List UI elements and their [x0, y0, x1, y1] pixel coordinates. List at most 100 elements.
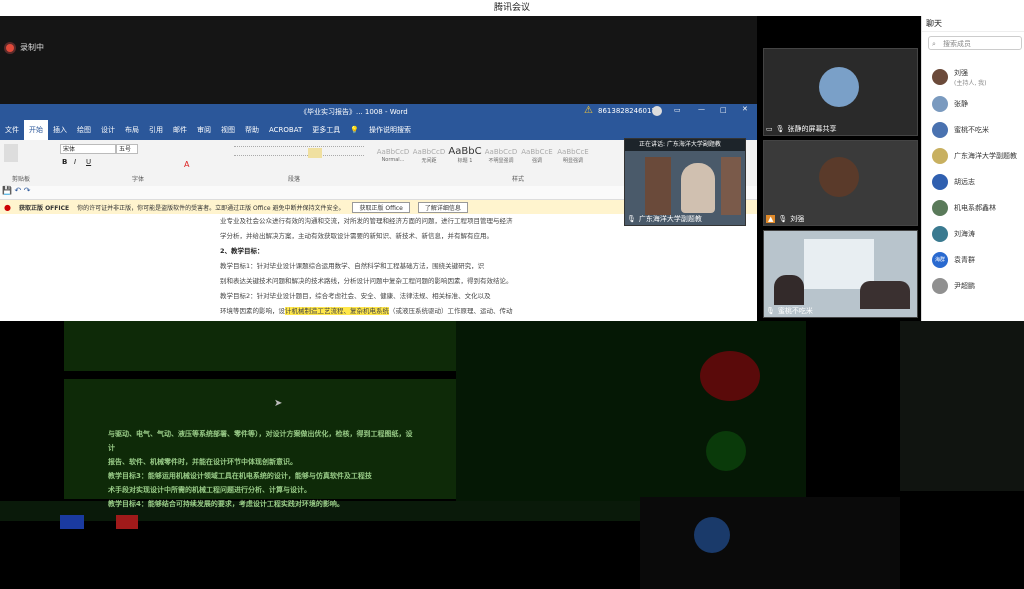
host-badge-icon: ▲ [766, 215, 776, 223]
tab-insert[interactable]: 插入 [48, 120, 72, 140]
lightbulb-icon: 💡 [350, 126, 359, 134]
avatar [932, 174, 948, 190]
tab-help[interactable]: 帮助 [240, 120, 264, 140]
avatar [932, 200, 948, 216]
tab-view[interactable]: 视图 [216, 120, 240, 140]
video-tile-label: 🎙 蜜桃不吃米 [766, 307, 813, 315]
doc-line: 学分析，并给出解决方案，主动有效获取设计需要的新知识、新技术、新信息，并有解有应… [220, 232, 493, 240]
video-tile-participant[interactable]: 🎙 蜜桃不吃米 [763, 230, 918, 318]
glitch-line: 与驱动、电气、气动、液压等系统部署、零件等），对设计方案做出优化，检核，得到工程… [108, 430, 413, 452]
tab-layout[interactable]: 布局 [120, 120, 144, 140]
member-item[interactable]: 张静 [922, 91, 1024, 117]
member-item[interactable]: 机电系郝鑫林 [922, 195, 1024, 221]
corrupted-video-region: 与驱动、电气、气动、液压等系统部署、零件等），对设计方案做出优化，检核，得到工程… [0, 321, 1024, 589]
avatar: 海群 [932, 252, 948, 268]
glitch-page-block [64, 321, 456, 371]
close-icon[interactable]: ✕ [742, 105, 748, 113]
minimize-icon[interactable]: — [698, 105, 705, 113]
chat-panel: 聊天 ⌕ 搜索成员 刘强 (主持人, 我) 张静 蜜桃不吃米 广东海洋大学副题教 … [921, 16, 1024, 321]
italic-icon[interactable]: I [74, 158, 76, 166]
glitch-artifact [694, 517, 730, 553]
glitch-block [456, 321, 806, 501]
screen-share-icon: ▭ [766, 125, 773, 133]
tab-references[interactable]: 引用 [144, 120, 168, 140]
mic-icon: 🎙 [778, 215, 788, 223]
avatar [819, 157, 859, 197]
avatar [932, 96, 948, 112]
tab-home[interactable]: 开始 [24, 120, 48, 140]
speaking-banner: 正在讲话: 广东海洋大学副题教 [625, 139, 745, 151]
recording-label: 录制中 [20, 43, 44, 52]
member-item[interactable]: 胡远志 [922, 169, 1024, 195]
video-tile-label: ▲ 🎙 刘强 [766, 215, 805, 223]
style-normal[interactable]: AaBbCcD Normal... [376, 146, 410, 166]
doc-line: 教学目标1：针对毕业设计课题综合运用数学、自然科学和工程基础方法，围绕关键研究，… [220, 262, 485, 270]
glitch-document-text: 与驱动、电气、气动、液压等系统部署、零件等），对设计方案做出优化，检核，得到工程… [108, 427, 418, 511]
paragraph-tools[interactable] [234, 146, 364, 156]
style-emphasis[interactable]: AaBbCcE 强调 [520, 146, 554, 166]
member-item[interactable]: 广东海洋大学副题教 [922, 143, 1024, 169]
group-clipboard: 剪贴板 [12, 176, 31, 183]
document-body[interactable]: 业专业及社会公众进行有效的沟通和交流，对所发的管理和经济方面的问题，进行工程项目… [0, 214, 757, 321]
style-heading-1[interactable]: AaBbC 标题 1 [448, 146, 482, 166]
infobar-message: 你的许可证并非正版，你可能是盗版软件的受害者。立即通过正版 Office 避免中… [77, 204, 345, 212]
doc-line: 环境等因素的影响，设计机械制造工艺流程、复杂机电系统（或液压系统驱动）工作原理、… [220, 307, 513, 315]
maximize-icon[interactable]: □ [720, 106, 727, 114]
glitch-artifact [116, 515, 138, 529]
style-subtle-emphasis[interactable]: AaBbCcD 不明显强调 [484, 146, 518, 166]
ribbon-display-icon[interactable]: ▭ [674, 106, 681, 114]
tab-draw[interactable]: 绘图 [72, 120, 96, 140]
glitch-artifact [60, 515, 84, 529]
bookshelf [721, 157, 741, 215]
avatar [932, 278, 948, 294]
get-genuine-button[interactable]: 获取正版 Office [352, 201, 410, 213]
font-size-select[interactable]: 五号 [116, 144, 138, 154]
glitch-artifact [700, 351, 760, 401]
bold-icon[interactable]: B [62, 158, 67, 166]
glitch-block [900, 321, 1024, 491]
tab-acrobat[interactable]: ACROBAT [264, 120, 307, 140]
avatar [819, 67, 859, 107]
save-icon[interactable]: 💾 [2, 186, 12, 195]
infobar-title: 获取正版 OFFICE [18, 204, 70, 212]
doc-line: 教学目标2：针对毕业设计题目，综合考虑社会、安全、健康、法律法规、相关标准、文化… [220, 292, 491, 300]
style-no-spacing[interactable]: AaBbCcD 无间距 [412, 146, 446, 166]
redo-icon[interactable]: ↷ [24, 186, 31, 195]
glitch-line: 报告、软件、机械零件时，并能在设计环节中体现创新意识。 [108, 458, 297, 466]
tab-file[interactable]: 文件 [0, 120, 24, 140]
tell-me-search[interactable]: 操作说明搜索 [364, 120, 416, 140]
presenter-video[interactable]: 正在讲话: 广东海洋大学副题教 🎙 广东海洋大学副题教 [624, 138, 746, 226]
member-item[interactable]: 刘强 (主持人, 我) [922, 64, 1024, 90]
avatar [932, 69, 948, 85]
presenter-figure [681, 163, 715, 213]
member-item[interactable]: 尹超鹏 [922, 273, 1024, 299]
record-icon [6, 43, 14, 52]
tab-mailings[interactable]: 邮件 [168, 120, 192, 140]
member-search-input[interactable]: ⌕ 搜索成员 [928, 36, 1022, 50]
document-text: 业专业及社会公众进行有效的沟通和交流，对所发的管理和经济方面的问题，进行工程项目… [220, 214, 755, 319]
undo-icon[interactable]: ↶ [15, 186, 22, 195]
video-tile-host[interactable]: ▲ 🎙 刘强 [763, 140, 918, 226]
tab-more-tools[interactable]: 更多工具 [307, 120, 345, 140]
glitch-line: 教学目标3：能够运用机械设计领域工具在机电系统的设计，能够与仿真软件及工程技 [108, 472, 372, 480]
tab-review[interactable]: 审阅 [192, 120, 216, 140]
shading-icon[interactable] [308, 148, 322, 158]
learn-more-button[interactable]: 了解详细信息 [417, 201, 468, 213]
presenter-name: 🎙 广东海洋大学副题教 [627, 215, 702, 223]
font-color-icon[interactable]: A [184, 160, 189, 169]
word-title-bar: 《毕业实习报告》... 1008 - Word ⚠ 8613828246017 … [0, 104, 757, 120]
tab-design[interactable]: 设计 [96, 120, 120, 140]
account-avatar[interactable] [652, 106, 662, 116]
font-name-select[interactable]: 宋体 [60, 144, 116, 154]
underline-icon[interactable]: U [86, 158, 91, 166]
member-item[interactable]: 蜜桃不吃米 [922, 117, 1024, 143]
member-item[interactable]: 海群 袁青群 [922, 247, 1024, 273]
style-intense-emphasis[interactable]: AaBbCcE 明显强调 [556, 146, 590, 166]
glitch-line: 教学目标4：能够结合可持续发展的要求，考虑设计工程实践对环境的影响。 [108, 500, 344, 508]
video-tile-screen-share[interactable]: ▭ 🎙 张静的屏幕共享 [763, 48, 918, 136]
mic-icon: 🎙 [766, 307, 775, 315]
member-item[interactable]: 刘海涛 [922, 221, 1024, 247]
recording-indicator[interactable]: 录制中 [6, 42, 44, 53]
paste-icon[interactable] [4, 144, 18, 162]
video-tile-label: ▭ 🎙 张静的屏幕共享 [766, 125, 837, 133]
